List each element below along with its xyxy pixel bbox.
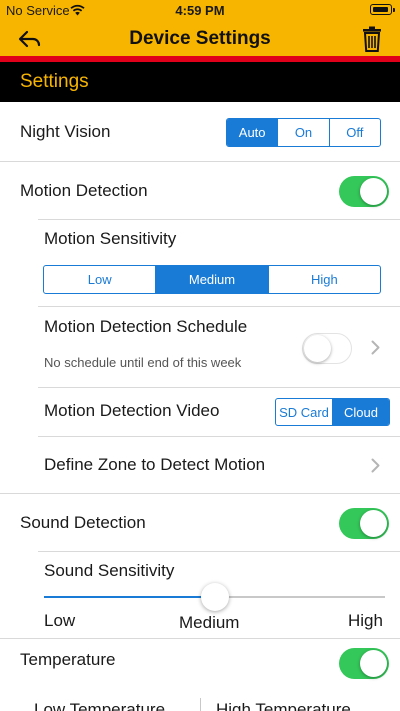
section-title: Settings: [20, 71, 89, 92]
divider: [38, 306, 400, 307]
motion-video-option-sd-card[interactable]: SD Card: [276, 399, 332, 425]
toggle-knob: [304, 335, 331, 362]
slider-mid-label: Medium: [179, 613, 240, 632]
motion-video-option-cloud[interactable]: Cloud: [332, 399, 389, 425]
motion-sensitivity-label: Motion Sensitivity: [44, 229, 177, 248]
page-title: Device Settings: [129, 28, 271, 49]
night-vision-label: Night Vision: [20, 122, 111, 141]
night-vision-option-off[interactable]: Off: [328, 119, 380, 146]
low-temperature-label[interactable]: Low Temperature: [34, 700, 165, 711]
slider-fill: [44, 596, 215, 598]
motion-detection-label: Motion Detection: [20, 181, 148, 200]
define-zone-label[interactable]: Define Zone to Detect Motion: [44, 455, 265, 475]
toggle-knob: [360, 510, 387, 537]
status-bar: No Service 4:59 PM: [0, 0, 400, 22]
divider: [0, 493, 400, 494]
chevron-right-icon[interactable]: [371, 458, 380, 473]
motion-sensitivity-option-low[interactable]: Low: [44, 266, 155, 293]
divider: [38, 551, 400, 552]
motion-sensitivity-segmented-control: Low Medium High: [43, 265, 381, 294]
motion-detection-toggle[interactable]: [339, 176, 389, 207]
temperature-label: Temperature: [20, 650, 116, 669]
night-vision-option-auto[interactable]: Auto: [227, 119, 278, 146]
motion-video-segmented-control: SD Card Cloud: [275, 398, 390, 426]
schedule-label: Motion Detection Schedule: [44, 317, 248, 336]
sound-sensitivity-label: Sound Sensitivity: [44, 561, 175, 580]
motion-sensitivity-option-medium[interactable]: Medium: [155, 266, 268, 293]
sound-detection-toggle[interactable]: [339, 508, 389, 539]
schedule-toggle[interactable]: [302, 333, 352, 364]
toggle-knob: [360, 650, 387, 677]
night-vision-segmented-control: Auto On Off: [226, 118, 381, 147]
status-time: 4:59 PM: [175, 3, 225, 18]
night-vision-option-on[interactable]: On: [277, 119, 328, 146]
divider: [38, 436, 400, 437]
trash-icon[interactable]: [362, 26, 382, 52]
toggle-knob: [360, 178, 387, 205]
divider: [38, 387, 400, 388]
motion-sensitivity-option-high[interactable]: High: [267, 266, 380, 293]
section-header: Settings: [0, 62, 400, 102]
motion-video-label: Motion Detection Video: [44, 401, 220, 420]
slider-max-label: High: [348, 611, 383, 630]
chevron-right-icon[interactable]: [371, 340, 380, 355]
sound-sensitivity-slider[interactable]: [44, 582, 385, 612]
slider-min-label: Low: [44, 611, 76, 630]
divider: [0, 161, 400, 162]
sound-detection-label: Sound Detection: [20, 513, 146, 532]
temperature-toggle[interactable]: [339, 648, 389, 679]
battery-icon: [370, 4, 395, 15]
divider: [38, 219, 400, 220]
high-temperature-label[interactable]: High Temperature: [216, 700, 351, 711]
divider: [0, 638, 400, 639]
slider-thumb[interactable]: [200, 583, 229, 611]
schedule-subtitle: No schedule until end of this week: [44, 355, 242, 370]
nav-bar: Device Settings: [0, 22, 400, 56]
temperature-column-divider: [200, 698, 201, 711]
